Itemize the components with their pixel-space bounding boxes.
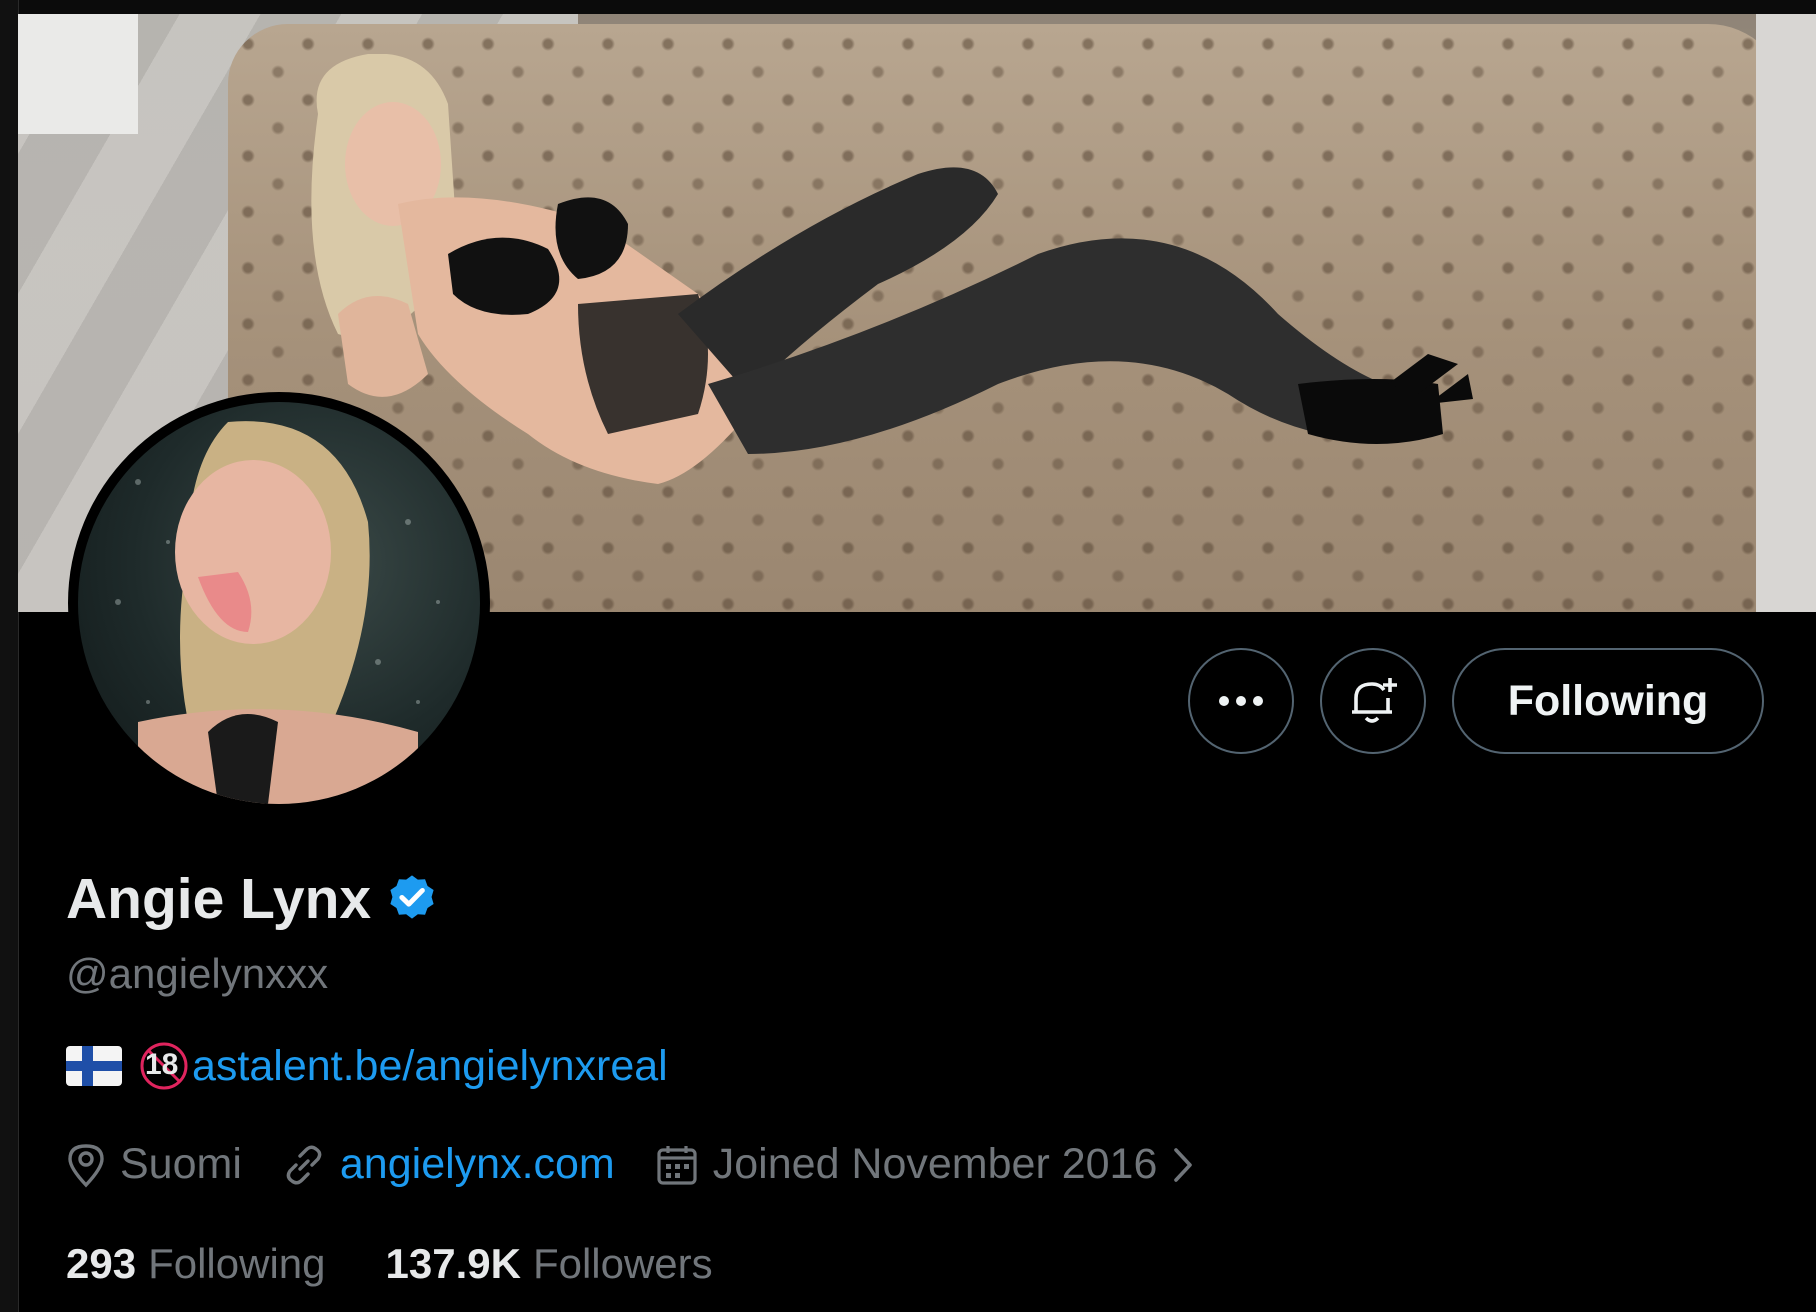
chevron-right-icon [1174,1147,1193,1182]
followers-label[interactable]: Followers [533,1240,713,1288]
verified-badge-icon[interactable] [385,872,439,926]
banner-wall [1756,14,1816,612]
joined-text: Joined November 2016 [712,1140,1158,1188]
following-button-label: Following [1507,676,1709,725]
more-options-icon [1219,696,1263,706]
link-icon [286,1145,322,1184]
banner-window [18,14,138,134]
location-text: Suomi [120,1140,242,1188]
followers-count[interactable]: 137.9K [386,1240,521,1288]
following-label[interactable]: Following [148,1240,325,1288]
window-top-edge [0,0,1816,14]
window-left-edge [0,0,19,1312]
notifications-button[interactable] [1320,648,1426,754]
avatar[interactable] [78,402,480,804]
profile-meta: Suomi angielynx.com Joined November 2016 [66,1140,1235,1189]
display-name: Angie Lynx [66,866,439,932]
website-link[interactable]: angielynx.com [340,1140,615,1189]
bell-plus-icon [1352,678,1397,723]
finland-flag-icon [66,1046,122,1086]
age-icon-text: 18 [145,1048,179,1081]
more-options-button[interactable] [1188,648,1294,754]
avatar-photo [115,421,440,804]
bio-link[interactable]: astalent.be/angielynxreal [192,1042,668,1091]
profile-stats: 293 Following 137.9K Followers [66,1240,773,1288]
no-under-18-icon: 18 [138,1040,190,1092]
joined-item[interactable]: Joined November 2016 [655,1140,1196,1189]
calendar-icon [657,1145,697,1185]
website-item: angielynx.com [282,1140,615,1189]
following-button[interactable]: Following [1452,648,1764,754]
profile-bio: 18 astalent.be/angielynxreal [66,1040,668,1092]
location-pin-icon [68,1143,104,1187]
profile-handle: @angielynxxx [66,950,329,997]
location-item: Suomi [66,1140,242,1189]
display-name-text: Angie Lynx [66,867,372,931]
following-count[interactable]: 293 [66,1240,136,1288]
